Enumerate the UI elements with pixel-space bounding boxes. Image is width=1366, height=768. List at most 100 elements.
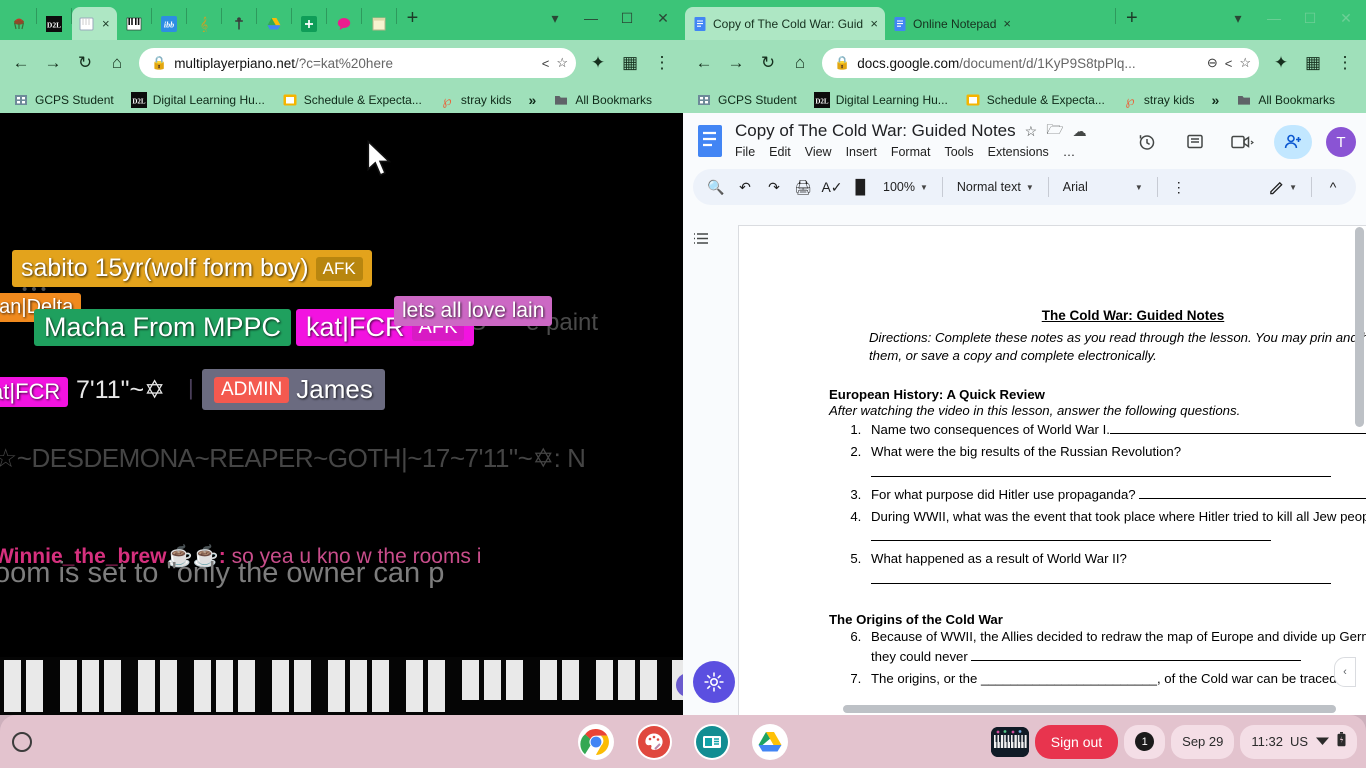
home-icon[interactable]: ⌂ xyxy=(102,48,132,78)
document-scroll-area[interactable]: The Cold War: Guided Notes Directions: C… xyxy=(683,219,1366,715)
multiplayer-piano-canvas[interactable]: • • • ☆~DESDEMONA~REAPER~GOTH|~17~7'11"~… xyxy=(0,113,683,715)
shelf-app-canvas-paint[interactable] xyxy=(636,723,672,760)
tab-google-sheets[interactable] xyxy=(292,7,326,40)
three-dot-menu-icon[interactable]: ⋮ xyxy=(647,48,677,78)
three-dot-more-icon[interactable]: ⋮ xyxy=(1166,174,1192,200)
star-icon[interactable]: ☆ xyxy=(1025,123,1038,140)
bookmarks-overflow-button[interactable]: » xyxy=(522,90,544,110)
tab-cold-war-guided-notes[interactable]: Copy of The Cold War: Guided × xyxy=(685,7,885,40)
star-icon[interactable]: ☆ xyxy=(1239,55,1251,71)
player-nametag-james[interactable]: ADMIN James xyxy=(202,369,385,410)
move-to-folder-icon[interactable]: 🗁 xyxy=(1046,119,1063,143)
bookmark-all-bookmarks[interactable]: All Bookmarks xyxy=(1229,90,1342,110)
zoom-select[interactable]: 100% ▼ xyxy=(877,174,934,200)
reload-icon[interactable]: ↻ xyxy=(753,48,783,78)
launcher-circle-icon[interactable] xyxy=(12,731,32,752)
tab-bbq[interactable] xyxy=(2,7,36,40)
menu-edit[interactable]: Edit xyxy=(769,145,791,159)
back-arrow-icon[interactable]: ← xyxy=(689,48,719,78)
bookmark-stray-kids[interactable]: ℘ stray kids xyxy=(432,90,519,110)
menu-tools[interactable]: Tools xyxy=(944,145,973,159)
shelf-app-chrome[interactable] xyxy=(578,723,614,760)
document-title[interactable]: Copy of The Cold War: Guided Notes xyxy=(735,121,1016,141)
paint-format-icon[interactable]: ▉ xyxy=(848,174,874,200)
tab-search-icon[interactable]: ▾ xyxy=(1220,8,1256,28)
document-page[interactable]: The Cold War: Guided Notes Directions: C… xyxy=(738,225,1366,715)
answer-blank[interactable] xyxy=(871,475,1331,477)
bookmark-digital-learning-hub[interactable]: D2L Digital Learning Hu... xyxy=(807,90,955,110)
tab-close-icon[interactable]: × xyxy=(1003,17,1011,30)
maximize-button[interactable]: ☐ xyxy=(1292,8,1328,28)
close-window-button[interactable]: ✕ xyxy=(1328,8,1364,28)
player-nametag-kat[interactable]: kat|FCR xyxy=(0,377,69,407)
answer-blank[interactable] xyxy=(871,583,1331,585)
player-nametag-macha[interactable]: Macha From MPPC xyxy=(34,309,292,346)
bookmark-stray-kids[interactable]: ℘ stray kids xyxy=(1115,90,1202,110)
piano-keyboard[interactable] xyxy=(0,657,683,715)
print-icon[interactable]: 🖨 xyxy=(790,174,816,200)
menu-format[interactable]: Format xyxy=(891,145,931,159)
tab-notepad[interactable] xyxy=(362,7,396,40)
tab-close-icon[interactable]: × xyxy=(102,17,110,30)
sidebar-collapse-button[interactable]: ‹ xyxy=(1334,657,1356,687)
new-tab-button[interactable]: + xyxy=(1116,8,1148,32)
tab-online-notepad[interactable]: Online Notepad × xyxy=(885,7,1115,40)
answer-blank[interactable] xyxy=(971,660,1302,662)
answer-blank[interactable] xyxy=(1109,432,1366,434)
share-button[interactable] xyxy=(1274,125,1312,159)
zoom-out-icon[interactable]: ⊖ xyxy=(1207,55,1218,71)
menu-view[interactable]: View xyxy=(805,145,832,159)
minimize-button[interactable]: — xyxy=(573,8,609,28)
notification-pill[interactable]: 1 xyxy=(1124,724,1166,759)
bookmark-schedule-expectations[interactable]: Schedule & Expecta... xyxy=(275,90,429,110)
bookmark-digital-learning-hub[interactable]: D2L Digital Learning Hu... xyxy=(124,90,272,110)
paragraph-style-select[interactable]: Normal text ▼ xyxy=(951,174,1040,200)
forward-arrow-icon[interactable]: → xyxy=(38,48,68,78)
tab-google-drive[interactable] xyxy=(257,7,291,40)
piano-window-thumbnail[interactable] xyxy=(990,726,1029,757)
explore-button[interactable] xyxy=(693,661,735,703)
tab-search-icon[interactable]: ▾ xyxy=(537,8,573,28)
spellcheck-icon[interactable]: A✓ xyxy=(819,174,845,200)
home-icon[interactable]: ⌂ xyxy=(785,48,815,78)
answer-blank[interactable] xyxy=(1139,498,1366,500)
bookmark-all-bookmarks[interactable]: All Bookmarks xyxy=(546,90,659,110)
tab-treble-clef[interactable]: 𝄞 xyxy=(187,7,221,40)
shelf-app-news[interactable] xyxy=(694,723,730,760)
redo-icon[interactable]: ↷ xyxy=(761,174,787,200)
menu-insert[interactable]: Insert xyxy=(846,145,877,159)
vertical-scrollbar[interactable] xyxy=(1355,219,1364,715)
share-icon[interactable]: < xyxy=(1225,56,1233,71)
cloud-saved-icon[interactable]: ☁ xyxy=(1073,123,1087,140)
search-icon[interactable]: 🔍 xyxy=(703,174,729,200)
horizontal-scrollbar[interactable] xyxy=(843,705,1336,713)
side-panel-icon[interactable]: ▦ xyxy=(1298,48,1328,78)
shelf-app-google-drive[interactable] xyxy=(752,723,788,760)
tab-multiplayer-piano[interactable]: × xyxy=(72,7,117,40)
answer-blank[interactable] xyxy=(871,540,1271,542)
tab-d2l[interactable]: D2L xyxy=(37,7,71,40)
close-window-button[interactable]: ✕ xyxy=(645,8,681,28)
bookmarks-overflow-button[interactable]: » xyxy=(1205,90,1227,110)
date-pill[interactable]: Sep 29 xyxy=(1171,724,1235,759)
bookmark-gcps-student[interactable]: GCPS Student xyxy=(6,90,121,110)
three-dot-menu-icon[interactable]: ⋮ xyxy=(1330,48,1360,78)
version-history-icon[interactable] xyxy=(1130,125,1164,159)
share-icon[interactable]: < xyxy=(542,56,550,71)
maximize-button[interactable]: ☐ xyxy=(609,8,645,28)
tab-cross[interactable] xyxy=(222,7,256,40)
font-select[interactable]: Arial ▼ xyxy=(1057,174,1149,200)
document-outline-icon[interactable] xyxy=(691,229,711,254)
bookmark-gcps-student[interactable]: GCPS Student xyxy=(689,90,804,110)
google-docs-logo-icon[interactable] xyxy=(693,119,727,163)
comment-icon[interactable] xyxy=(1178,125,1212,159)
menu-extensions[interactable]: Extensions xyxy=(988,145,1049,159)
chevron-up-icon[interactable]: ^ xyxy=(1320,174,1346,200)
undo-icon[interactable]: ↶ xyxy=(732,174,758,200)
avatar[interactable]: T xyxy=(1326,127,1356,157)
menu-overflow[interactable]: … xyxy=(1063,145,1076,159)
puzzle-icon[interactable]: ✦ xyxy=(583,48,613,78)
status-tray[interactable]: 11:32 US xyxy=(1240,724,1357,759)
side-panel-icon[interactable]: ▦ xyxy=(615,48,645,78)
minimize-button[interactable]: — xyxy=(1256,8,1292,28)
